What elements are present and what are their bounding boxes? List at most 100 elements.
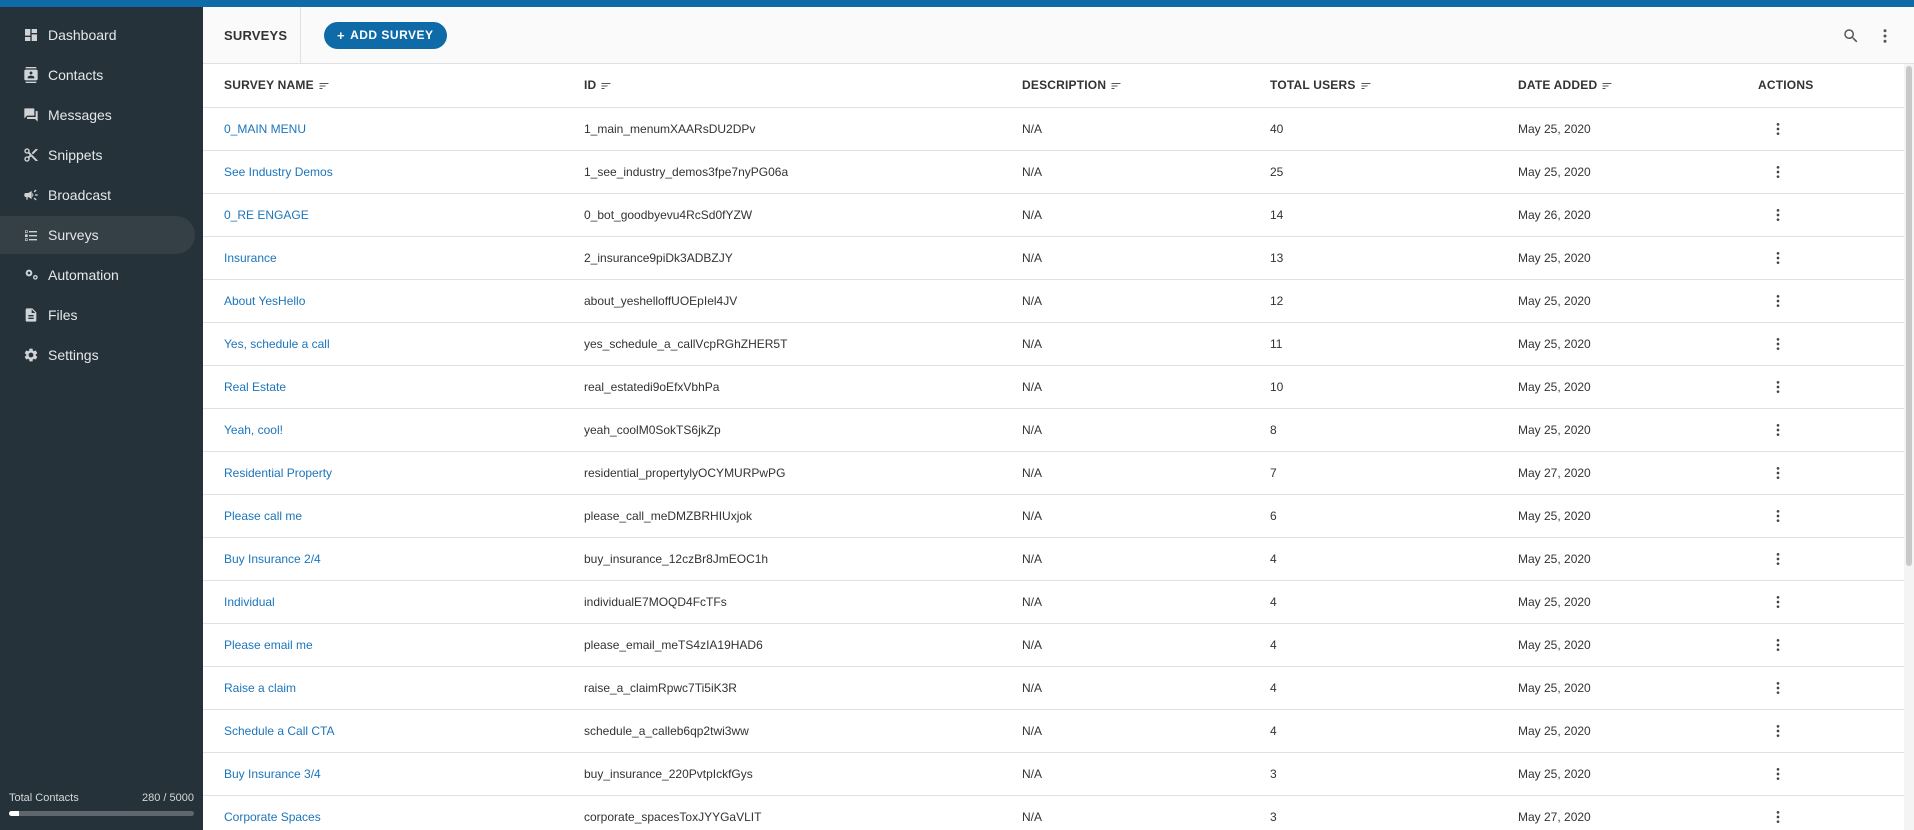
table-row[interactable]: 0_MAIN MENU 1_main_menumXAARsDU2DPv N/A 40 M… (203, 107, 1904, 151)
scissors-icon (23, 147, 39, 163)
row-more-icon[interactable] (1770, 465, 1786, 481)
survey-name-cell[interactable]: Please call me (203, 494, 563, 538)
actions-cell (1737, 451, 1904, 495)
table-row[interactable]: Please call me please_call_meDMZBRHIUxjok… (203, 494, 1904, 538)
row-more-icon[interactable] (1770, 680, 1786, 696)
row-more-icon[interactable] (1770, 121, 1786, 137)
header-total-users[interactable]: TOTAL USERS (1249, 64, 1497, 108)
row-more-icon[interactable] (1770, 164, 1786, 180)
actions-cell (1737, 193, 1904, 237)
sidebar-item-dashboard[interactable]: Dashboard (0, 16, 195, 54)
contacts-icon (23, 67, 39, 83)
survey-name-cell[interactable]: Real Estate (203, 365, 563, 409)
vertical-scrollbar[interactable] (1904, 64, 1914, 830)
search-icon[interactable] (1842, 27, 1860, 45)
table-row[interactable]: Residential Property residential_property… (203, 451, 1904, 495)
survey-name-cell[interactable]: Insurance (203, 236, 563, 280)
sort-icon[interactable] (1360, 80, 1372, 92)
survey-id-cell: raise_a_claimRpwc7Ti5iK3R (563, 666, 1001, 710)
sidebar-item-snippets[interactable]: Snippets (0, 136, 195, 174)
row-more-icon[interactable] (1770, 207, 1786, 223)
row-more-icon[interactable] (1770, 766, 1786, 782)
date-added-cell: May 25, 2020 (1497, 236, 1737, 280)
header-id[interactable]: ID (563, 64, 1001, 108)
table-row[interactable]: Corporate Spaces corporate_spacesToxJYYGa… (203, 795, 1904, 830)
dashboard-icon (23, 27, 39, 43)
table-row[interactable]: Yeah, cool! yeah_coolM0SokTS6jkZp N/A 8 May … (203, 408, 1904, 452)
megaphone-icon (23, 187, 39, 203)
table-row[interactable]: Yes, schedule a call yes_schedule_a_callV… (203, 322, 1904, 366)
survey-name-cell[interactable]: Yes, schedule a call (203, 322, 563, 366)
actions-cell (1737, 580, 1904, 624)
sidebar-item-surveys[interactable]: Surveys (0, 216, 195, 254)
header-date-added[interactable]: DATE ADDED (1497, 64, 1737, 108)
total-users-cell: 3 (1249, 795, 1497, 830)
sidebar-item-settings[interactable]: Settings (0, 336, 195, 374)
survey-id-cell: yes_schedule_a_callVcpRGhZHER5T (563, 322, 1001, 366)
table-row[interactable]: Buy Insurance 2/4 buy_insurance_12czBr8Jm… (203, 537, 1904, 581)
row-more-icon[interactable] (1770, 336, 1786, 352)
survey-name-cell[interactable]: Buy Insurance 2/4 (203, 537, 563, 581)
table-row[interactable]: Raise a claim raise_a_claimRpwc7Ti5iK3R N/… (203, 666, 1904, 710)
survey-name-cell[interactable]: Schedule a Call CTA (203, 709, 563, 753)
survey-name-cell[interactable]: 0_RE ENGAGE (203, 193, 563, 237)
row-more-icon[interactable] (1770, 293, 1786, 309)
survey-name-cell[interactable]: Residential Property (203, 451, 563, 495)
survey-name-cell[interactable]: Yeah, cool! (203, 408, 563, 452)
total-users-cell: 12 (1249, 279, 1497, 323)
date-added-cell: May 25, 2020 (1497, 752, 1737, 796)
header-description[interactable]: DESCRIPTION (1001, 64, 1249, 108)
description-cell: N/A (1001, 193, 1249, 237)
table-row[interactable]: Individual individualE7MOQD4FcTFs N/A 4 May … (203, 580, 1904, 624)
survey-name-cell[interactable]: Buy Insurance 3/4 (203, 752, 563, 796)
description-cell: N/A (1001, 752, 1249, 796)
survey-list-icon (23, 227, 39, 243)
survey-name-cell[interactable]: Individual (203, 580, 563, 624)
add-survey-button[interactable]: + ADD SURVEY (324, 21, 447, 49)
row-more-icon[interactable] (1770, 637, 1786, 653)
table-row[interactable]: Schedule a Call CTA schedule_a_calleb6qp2… (203, 709, 1904, 753)
row-more-icon[interactable] (1770, 809, 1786, 825)
table-row[interactable]: Real Estate real_estatedi9oEfxVbhPa N/A 10 M… (203, 365, 1904, 409)
survey-name-cell[interactable]: Raise a claim (203, 666, 563, 710)
sidebar-item-broadcast[interactable]: Broadcast (0, 176, 195, 214)
table-row[interactable]: Insurance 2_insurance9piDk3ADBZJY N/A 13 May… (203, 236, 1904, 280)
scrollbar-thumb[interactable] (1906, 66, 1912, 566)
survey-name-cell[interactable]: 0_MAIN MENU (203, 107, 563, 151)
sidebar-item-contacts[interactable]: Contacts (0, 56, 195, 94)
sidebar-item-label: Messages (48, 107, 112, 123)
more-vertical-icon[interactable] (1876, 27, 1894, 45)
sort-icon[interactable] (318, 80, 330, 92)
table-row[interactable]: Buy Insurance 3/4 buy_insurance_220PvtpIc… (203, 752, 1904, 796)
row-more-icon[interactable] (1770, 379, 1786, 395)
row-more-icon[interactable] (1770, 250, 1786, 266)
row-more-icon[interactable] (1770, 723, 1786, 739)
survey-name-cell[interactable]: Please email me (203, 623, 563, 667)
survey-name-cell[interactable]: Corporate Spaces (203, 795, 563, 830)
table-row[interactable]: See Industry Demos 1_see_industry_demos3f… (203, 150, 1904, 194)
gear-icon (23, 347, 39, 363)
row-more-icon[interactable] (1770, 422, 1786, 438)
row-more-icon[interactable] (1770, 508, 1786, 524)
sort-icon[interactable] (600, 80, 612, 92)
sidebar-item-files[interactable]: Files (0, 296, 195, 334)
survey-name-cell[interactable]: See Industry Demos (203, 150, 563, 194)
file-icon (23, 307, 39, 323)
actions-cell (1737, 623, 1904, 667)
sort-icon[interactable] (1601, 80, 1613, 92)
row-more-icon[interactable] (1770, 594, 1786, 610)
sidebar-item-automation[interactable]: Automation (0, 256, 195, 294)
sidebar-item-label: Files (48, 307, 78, 323)
survey-id-cell: yeah_coolM0SokTS6jkZp (563, 408, 1001, 452)
table-row[interactable]: Please email me please_email_meTS4zIA19HA… (203, 623, 1904, 667)
row-more-icon[interactable] (1770, 551, 1786, 567)
sort-icon[interactable] (1110, 80, 1122, 92)
sidebar-item-messages[interactable]: Messages (0, 96, 195, 134)
actions-cell (1737, 537, 1904, 581)
header-survey-name[interactable]: SURVEY NAME (203, 64, 563, 108)
date-added-cell: May 25, 2020 (1497, 580, 1737, 624)
sidebar-item-label: Automation (48, 267, 119, 283)
survey-name-cell[interactable]: About YesHello (203, 279, 563, 323)
table-row[interactable]: 0_RE ENGAGE 0_bot_goodbyevu4RcSd0fYZW N/A 1… (203, 193, 1904, 237)
table-row[interactable]: About YesHello about_yeshelloffUOEpIel4JV… (203, 279, 1904, 323)
